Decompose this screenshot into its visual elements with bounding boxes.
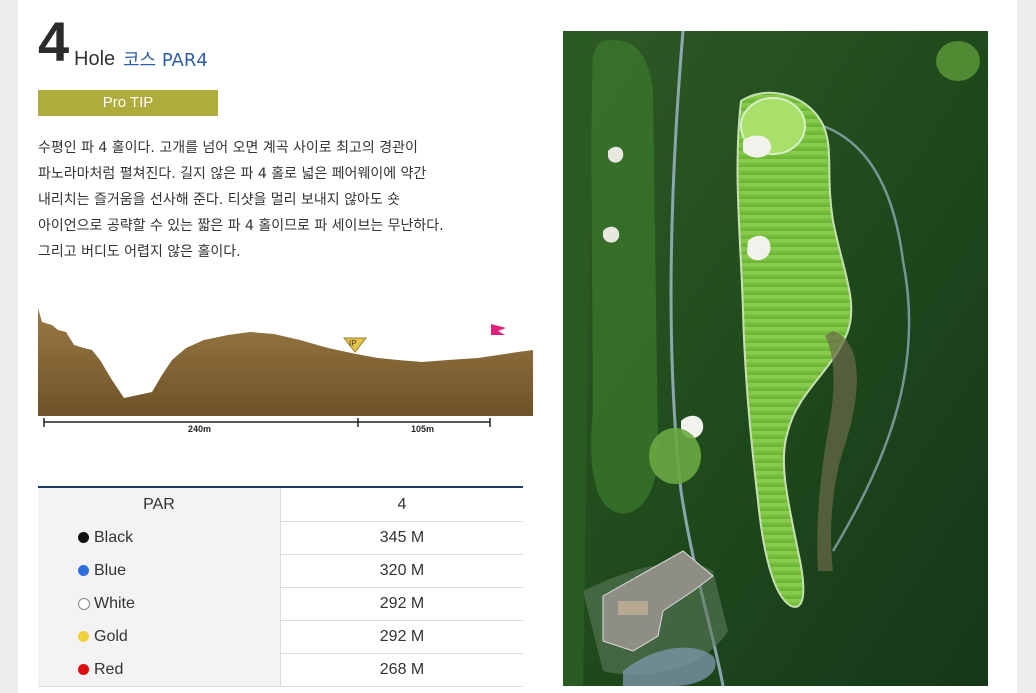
description-line: 수평인 파 4 홀이다. 고개를 넘어 오면 계곡 사이로 최고의 경관이	[38, 140, 418, 156]
blue-tee-dot-icon	[78, 565, 89, 576]
description-line: 그리고 버디도 어렵지 않은 홀이다.	[38, 244, 241, 260]
distance-label: 240m	[188, 424, 211, 434]
description-line: 파노라마처럼 펼쳐진다. 길지 않은 파 4 홀로 넓은 페어웨이에 약간	[38, 166, 427, 182]
table-row: White 292 M	[38, 587, 523, 621]
hole-number: 4	[38, 10, 69, 73]
tee-name: Gold	[94, 628, 128, 645]
flag-icon	[489, 324, 506, 355]
tee-name: White	[94, 595, 135, 612]
gold-tee-dot-icon	[78, 631, 89, 642]
description-line: 내리치는 즐거움을 선사해 준다. 티샷을 멀리 보내지 않아도 숏	[38, 192, 401, 208]
tee-distance: 292 M	[379, 595, 425, 612]
tee-name: Blue	[94, 562, 127, 579]
table-row: Gold 292 M	[38, 620, 523, 654]
table-row: Red 268 M	[38, 653, 523, 687]
table-row: Black 345 M	[38, 521, 523, 555]
tee-distance: 292 M	[379, 628, 425, 645]
white-tee-dot-icon	[78, 598, 90, 610]
red-tee-dot-icon	[78, 664, 89, 675]
course-par-link[interactable]: 코스 PAR4	[123, 46, 208, 72]
table-header-row: PAR 4	[38, 488, 523, 522]
tee-name: Black	[94, 529, 134, 546]
tee-name: Red	[94, 661, 124, 678]
ip-marker: IP	[342, 337, 368, 353]
hole-description: 수평인 파 4 홀이다. 고개를 넘어 오면 계곡 사이로 최고의 경관이 파노…	[38, 135, 518, 265]
table-row: Blue 320 M	[38, 554, 523, 588]
elevation-profile: IP 240m 105m	[38, 308, 533, 434]
tee-distance: 320 M	[379, 562, 425, 579]
tee-distance: 345 M	[379, 529, 425, 546]
par-value: 4	[397, 496, 407, 513]
tee-distance: 268 M	[379, 661, 425, 678]
pro-tip-badge: Pro TIP	[38, 90, 218, 116]
distance-label: 105m	[411, 424, 434, 434]
hole-word: Hole	[74, 48, 116, 70]
ip-label: IP	[349, 339, 357, 348]
par-label: PAR	[143, 496, 175, 513]
description-line: 아이언으로 공략할 수 있는 짧은 파 4 홀이므로 파 세이브는 무난하다.	[38, 218, 444, 234]
hole-info-card: 4 Hole 코스 PAR4 Pro TIP 수평인 파 4 홀이다. 고개를 …	[18, 0, 1017, 693]
terrain-shape	[38, 308, 533, 416]
black-tee-dot-icon	[78, 532, 89, 543]
aerial-hole-map	[563, 31, 988, 686]
